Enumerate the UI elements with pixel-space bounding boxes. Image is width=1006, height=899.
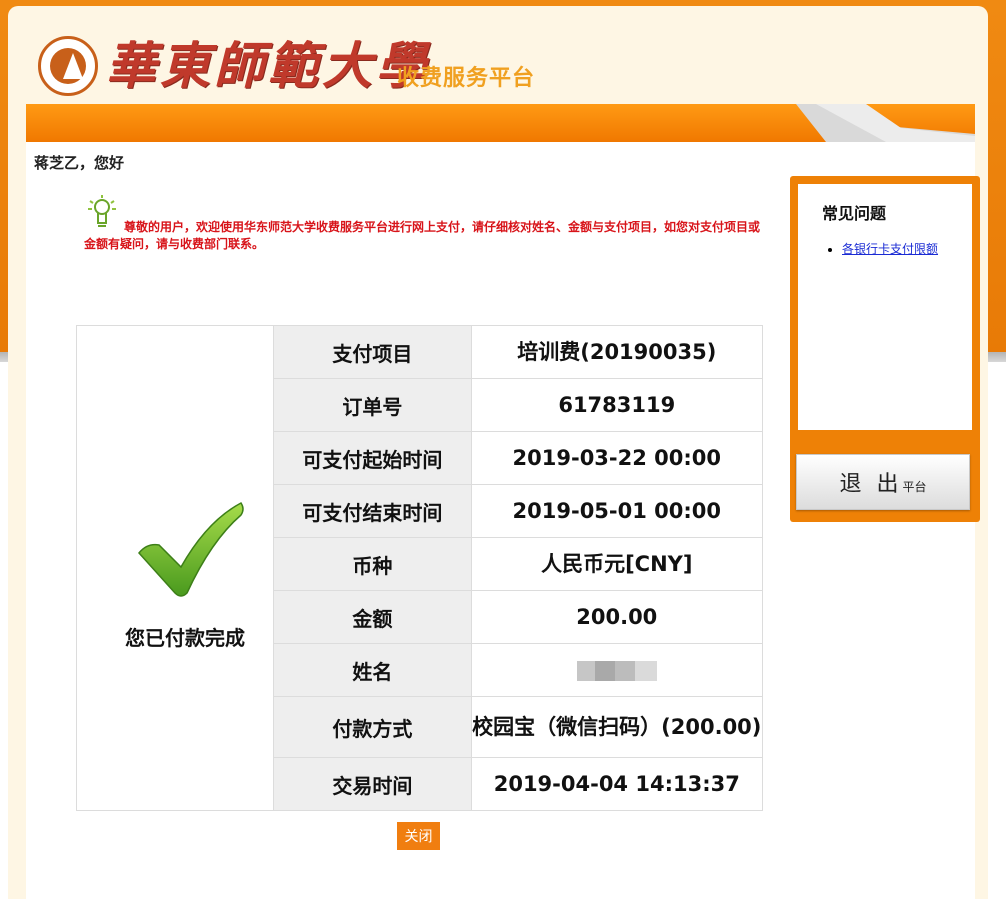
payment-info-table: 您已付款完成 支付项目 培训费(20190035) 订单号 61783119 可…: [75, 325, 764, 811]
row-label: 订单号: [273, 378, 472, 432]
row-value: 61783119: [470, 378, 764, 432]
university-seal-logo: [38, 36, 98, 96]
row-label: 支付项目: [273, 325, 472, 379]
table-row: 您已付款完成 支付项目 培训费(20190035): [75, 325, 764, 811]
faq-title: 常见问题: [822, 204, 887, 223]
row-label: 可支付结束时间: [273, 484, 472, 538]
row-value: [470, 643, 764, 697]
payment-notice: 尊敬的用户，欢迎使用华东师范大学收费服务平台进行网上支付，请仔细核对姓名、金额与…: [84, 220, 761, 251]
platform-name: 收费服务平台: [397, 66, 536, 91]
row-value: 校园宝（微信扫码）(200.00): [470, 696, 764, 758]
row-value: 2019-03-22 00:00: [470, 431, 764, 485]
payment-status-text: 您已付款完成: [125, 626, 245, 650]
row-value: 200.00: [470, 590, 764, 644]
close-button[interactable]: 关闭: [397, 822, 440, 850]
faq-box: 常见问题 各银行卡支付限额: [798, 184, 972, 430]
row-value: 培训费(20190035): [470, 325, 764, 379]
row-value: 2019-05-01 00:00: [470, 484, 764, 538]
row-label: 币种: [273, 537, 472, 591]
row-label: 交易时间: [273, 757, 472, 811]
faq-panel: 常见问题 各银行卡支付限额 退 出平台: [790, 176, 980, 522]
faq-link-bank-card-limits[interactable]: 各银行卡支付限额: [842, 242, 938, 256]
logout-sub-label: 平台: [902, 480, 927, 494]
user-greeting: 蒋芝乙，您好: [34, 154, 125, 172]
redacted-name: [576, 660, 657, 681]
logout-button[interactable]: 退 出平台: [796, 454, 970, 510]
logout-label: 退 出: [839, 472, 903, 497]
row-label: 姓名: [273, 643, 472, 697]
university-name-logo: 華東師範大學: [106, 36, 430, 95]
row-label: 金额: [273, 590, 472, 644]
payment-status-cell: 您已付款完成: [75, 325, 275, 811]
row-label: 可支付起始时间: [273, 431, 472, 485]
header-bar: [26, 104, 975, 142]
row-value: 人民币元[CNY]: [470, 537, 764, 591]
row-value: 2019-04-04 14:13:37: [470, 757, 764, 811]
row-label: 付款方式: [273, 696, 472, 758]
list-item: 各银行卡支付限额: [842, 240, 938, 257]
check-mark-icon: [138, 502, 244, 597]
faq-list: 各银行卡支付限额: [826, 240, 938, 257]
